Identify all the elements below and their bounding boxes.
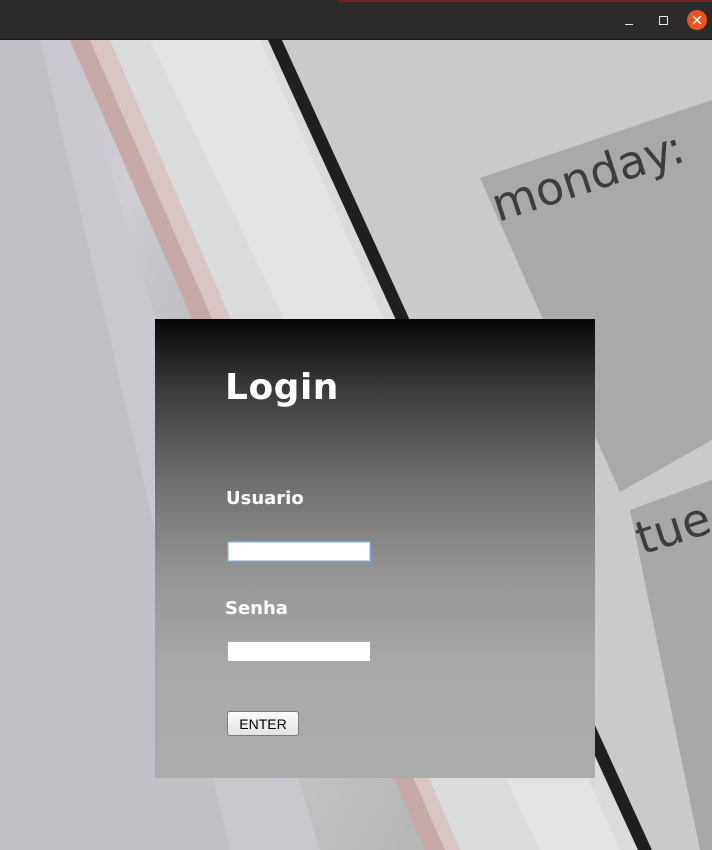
password-input[interactable] — [227, 641, 371, 662]
login-panel: Login Usuario Senha ENTER — [155, 319, 595, 778]
minimize-icon[interactable] — [619, 10, 639, 30]
username-input[interactable] — [227, 541, 371, 562]
enter-button[interactable]: ENTER — [227, 711, 299, 736]
password-label: Senha — [225, 598, 288, 619]
username-label: Usuario — [226, 488, 304, 509]
maximize-icon[interactable] — [653, 10, 673, 30]
titlebar-accent — [338, 0, 712, 2]
login-title: Login — [225, 367, 339, 408]
window-titlebar[interactable] — [0, 0, 712, 40]
close-icon[interactable] — [687, 10, 707, 30]
